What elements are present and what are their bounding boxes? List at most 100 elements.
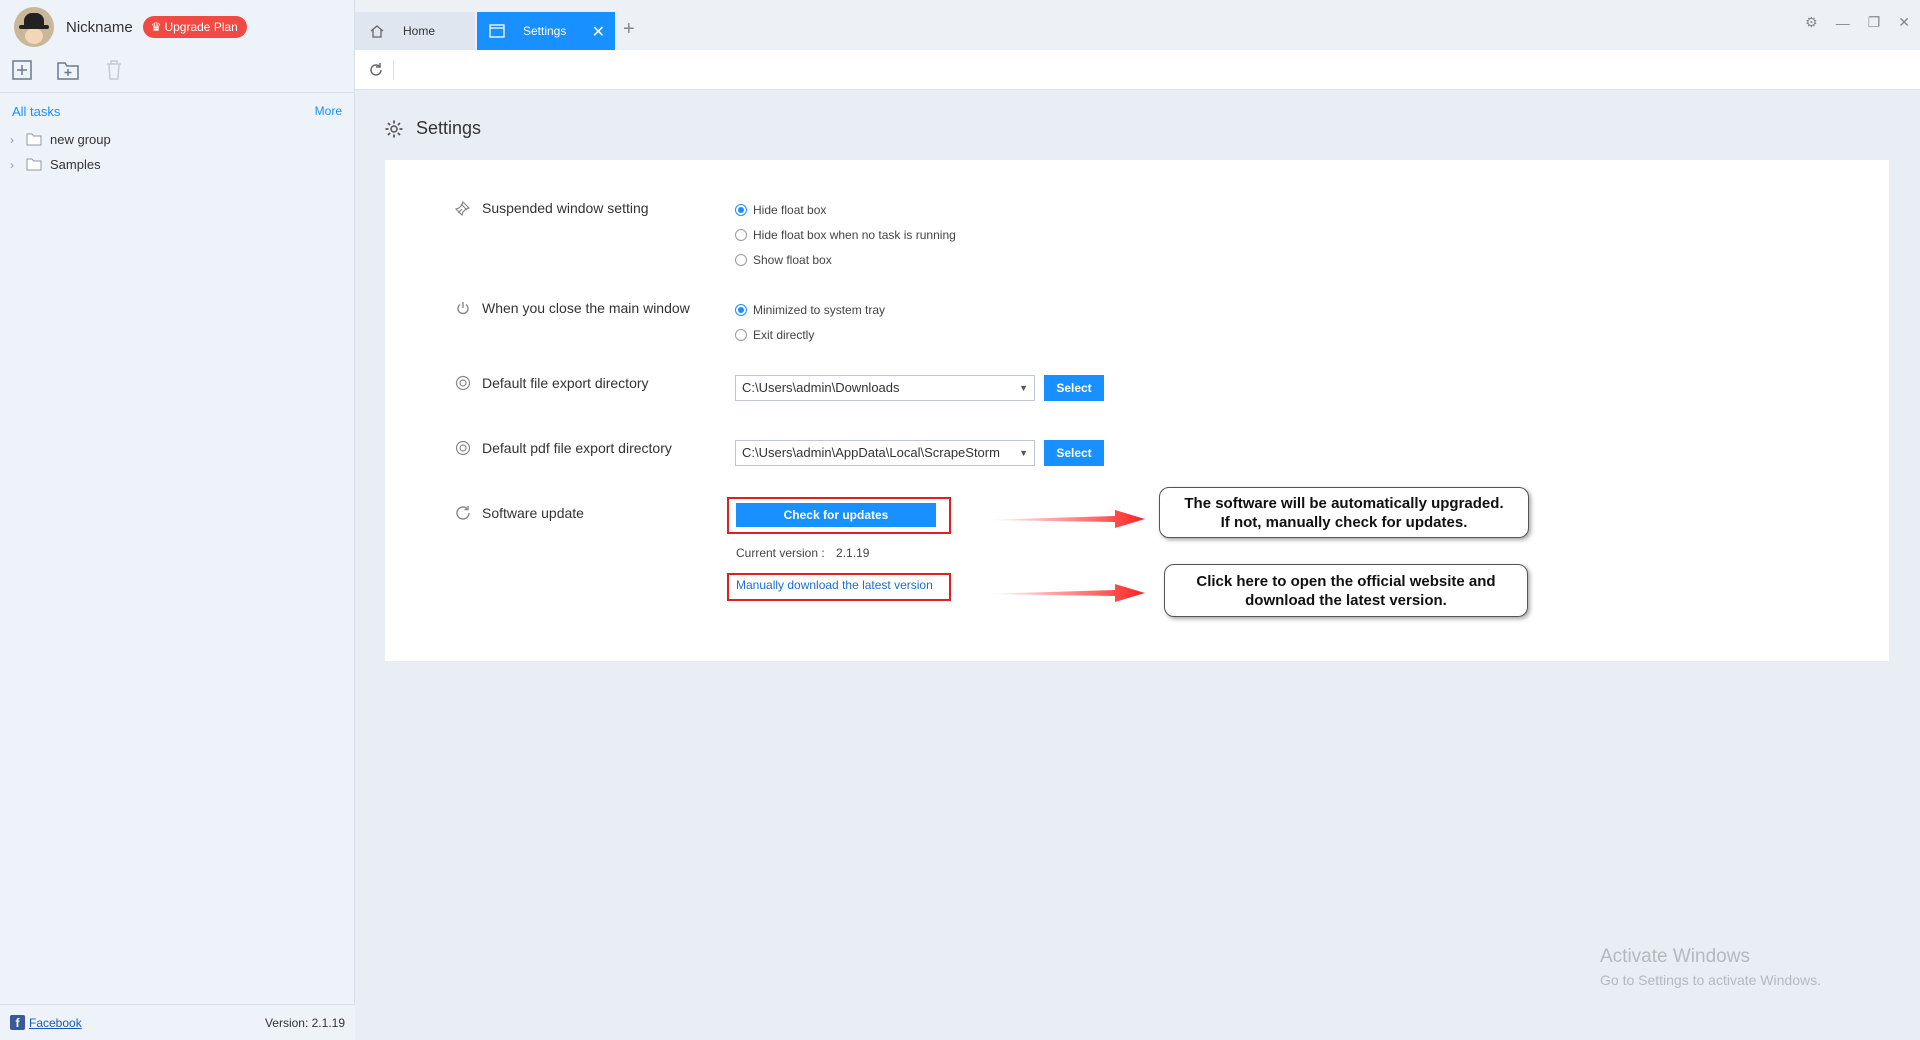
avatar[interactable]: [14, 7, 54, 47]
new-group-button[interactable]: [56, 58, 80, 82]
tree-item-label: new group: [50, 132, 111, 147]
radio-label: Hide float box when no task is running: [753, 228, 956, 242]
delete-button[interactable]: [102, 58, 126, 82]
sidebar-divider: [0, 92, 355, 93]
pdf-directory-select[interactable]: C:\Users\admin\AppData\Local\ScrapeStorm…: [735, 440, 1035, 466]
setting-label-text: Software update: [482, 505, 584, 521]
radio-hide-float-box[interactable]: Hide float box: [735, 203, 826, 217]
radio-dot: [735, 254, 747, 266]
tree-item-label: Samples: [50, 157, 101, 172]
check-for-updates-button[interactable]: Check for updates: [736, 503, 936, 527]
suspended-window-label: Suspended window setting: [454, 199, 649, 217]
select-value: C:\Users\admin\Downloads: [742, 380, 900, 395]
home-icon: [370, 25, 384, 38]
software-update-label: Software update: [454, 504, 584, 522]
sidebar-toolbar: [10, 58, 126, 82]
tab-label: Home: [403, 24, 436, 38]
power-icon: [454, 299, 472, 317]
address-bar: [355, 50, 1920, 90]
close-tab-icon[interactable]: ✕: [592, 22, 605, 42]
radio-label: Minimized to system tray: [753, 303, 886, 317]
tab-settings[interactable]: Settings ✕: [477, 12, 615, 50]
upgrade-plan-button[interactable]: ♛ Upgrade Plan: [142, 16, 247, 38]
export-directory-label: Default file export directory: [454, 374, 649, 392]
chevron-right-icon: ›: [10, 132, 14, 147]
pin-icon: [454, 199, 472, 217]
radio-label: Hide float box: [753, 203, 827, 217]
radio-exit-directly[interactable]: Exit directly: [735, 328, 814, 342]
callout-auto-upgrade: The software will be automatically upgra…: [1159, 487, 1529, 538]
select-value: C:\Users\admin\AppData\Local\ScrapeStorm: [742, 445, 1000, 460]
watermark-subtitle: Go to Settings to activate Windows.: [1600, 972, 1821, 988]
watermark-title: Activate Windows: [1600, 946, 1750, 967]
folder-icon: [26, 158, 42, 171]
reload-icon[interactable]: [367, 61, 385, 79]
tab-label: Settings: [523, 24, 567, 38]
setting-label-text: When you close the main window: [482, 300, 690, 316]
close-main-window-label: When you close the main window: [454, 299, 690, 317]
address-separator: [393, 60, 394, 80]
radio-hide-float-box-no-task[interactable]: Hide float box when no task is running: [735, 228, 956, 242]
gear-icon[interactable]: ⚙: [1805, 14, 1818, 31]
upgrade-label: Upgrade Plan: [164, 20, 238, 34]
page-heading: Settings: [384, 118, 481, 139]
user-bar: Nickname ♛ Upgrade Plan: [0, 0, 355, 54]
minimize-icon[interactable]: —: [1836, 15, 1850, 31]
radio-dot: [735, 329, 747, 341]
setting-label-text: Suspended window setting: [482, 200, 649, 216]
chevron-down-icon: ▼: [1019, 448, 1028, 458]
nickname[interactable]: Nickname: [66, 19, 133, 36]
refresh-icon: [454, 504, 472, 522]
facebook-link[interactable]: f Facebook: [10, 1015, 82, 1030]
callout-official-site: Click here to open the official website …: [1164, 564, 1528, 617]
callout-line: Click here to open the official website …: [1196, 572, 1496, 590]
folder-icon: [26, 133, 42, 146]
trash-icon: [107, 60, 121, 80]
pdf-directory-select-button[interactable]: Select: [1044, 440, 1104, 466]
target-icon: [454, 439, 472, 457]
tree-item-new-group[interactable]: › new group: [10, 132, 111, 147]
radio-dot: [735, 204, 747, 216]
window-controls: ⚙ — ❐ ✕: [1805, 14, 1910, 31]
all-tasks-link[interactable]: All tasks: [12, 104, 60, 119]
export-directory-select[interactable]: C:\Users\admin\Downloads ▼: [735, 375, 1035, 401]
manual-download-link[interactable]: Manually download the latest version: [736, 578, 933, 592]
restore-icon[interactable]: ❐: [1868, 14, 1881, 31]
crown-icon: ♛: [150, 20, 162, 34]
new-task-icon: [12, 60, 32, 80]
activate-windows-watermark: Activate Windows Go to Settings to activ…: [1600, 946, 1821, 988]
chevron-down-icon: ▼: [1019, 383, 1028, 393]
target-icon: [454, 374, 472, 392]
close-window-icon[interactable]: ✕: [1898, 14, 1910, 31]
callout-line: The software will be automatically upgra…: [1184, 494, 1504, 512]
new-folder-icon: [57, 62, 79, 80]
current-version-label: Current version :: [736, 546, 825, 560]
new-task-button[interactable]: [10, 58, 34, 82]
pdf-directory-label: Default pdf file export directory: [454, 439, 672, 457]
facebook-icon: f: [10, 1015, 25, 1030]
version-text: Version: 2.1.19: [264, 1015, 345, 1030]
window-icon: [489, 24, 505, 38]
gear-icon: [385, 120, 403, 137]
current-version-value: 2.1.19: [836, 546, 870, 560]
sidebar-footer: f Facebook Version: 2.1.19: [0, 1004, 355, 1040]
setting-label-text: Default file export directory: [482, 375, 649, 391]
export-directory-select-button[interactable]: Select: [1044, 375, 1104, 401]
radio-show-float-box[interactable]: Show float box: [735, 253, 832, 267]
tree-item-samples[interactable]: › Samples: [10, 157, 101, 172]
chevron-right-icon: ›: [10, 157, 14, 172]
radio-dot: [735, 229, 747, 241]
radio-label: Show float box: [753, 253, 832, 267]
radio-label: Exit directly: [753, 328, 815, 342]
current-version: Current version : 2.1.19: [736, 546, 869, 560]
radio-dot: [735, 304, 747, 316]
sidebar: Nickname ♛ Upgrade Plan All tasks More ›…: [0, 0, 355, 1040]
setting-label-text: Default pdf file export directory: [482, 440, 672, 456]
more-link[interactable]: More: [315, 104, 342, 118]
tab-bar: Home Settings ✕ + ⚙ — ❐ ✕: [355, 0, 1920, 50]
radio-minimize-to-tray[interactable]: Minimized to system tray: [735, 303, 885, 317]
tab-home[interactable]: Home: [355, 12, 475, 50]
page-title: Settings: [416, 118, 482, 138]
annotation-arrow-icon: [985, 510, 1145, 528]
add-tab-button[interactable]: +: [623, 18, 635, 41]
